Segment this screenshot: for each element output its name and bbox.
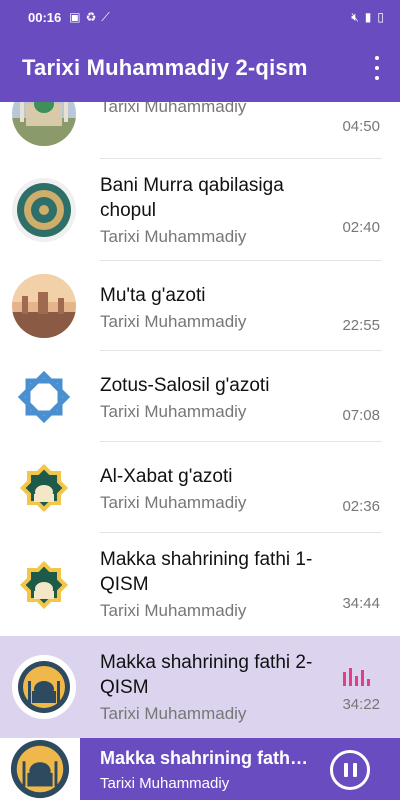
status-bar: 00:16 ▣ ♻ ⟋ 🔇︎ ▮ ▯ [0,0,400,34]
track-thumbnail [12,365,76,429]
track-artist: Tarixi Muhammadiy [100,704,247,723]
track-title: Makka shahrining fathi 1-QISM [100,549,313,595]
track-thumbnail [12,102,76,146]
track-artist: Tarixi Muhammadiy [100,402,247,421]
player-thumbnail [0,738,80,800]
magic-wand-icon: ⟋ [101,9,110,24]
player-title: Makka shahrining fathi 2-QISM [100,748,312,768]
track-artist: Tarixi Muhammadiy [100,102,247,116]
track-title: Mu'ta g'azoti [100,285,206,306]
track-row[interactable]: Makka shahrining fathi 1-QISM Tarixi Muh… [0,533,400,636]
recycle-icon: ♻ [85,9,97,24]
page-title: Tarixi Muhammadiy 2-qism [22,55,308,80]
track-thumbnail [12,274,76,338]
pause-icon[interactable] [330,750,370,790]
track-row[interactable]: Al-Xabat g'azoti Tarixi Muhammadiy 02:36 [0,442,400,533]
app-bar: Tarixi Muhammadiy 2-qism [0,34,400,102]
track-artist: Tarixi Muhammadiy [100,312,247,331]
more-vertical-icon[interactable] [372,56,382,80]
status-time: 00:16 [28,9,62,25]
track-list[interactable]: chopuli Tarixi Muhammadiy 04:50 Bani Mur… [0,102,400,738]
track-thumbnail [12,655,76,719]
image-icon: ▣ [69,9,81,24]
equalizer-icon [343,668,370,686]
track-duration: 34:44 [342,595,380,612]
track-duration: 22:55 [342,317,380,334]
track-duration: 34:22 [342,696,380,713]
track-row-playing[interactable]: Makka shahrining fathi 2-QISM Tarixi Muh… [0,636,400,738]
track-artist: Tarixi Muhammadiy [100,601,247,620]
track-row[interactable]: Zotus-Salosil g'azoti Tarixi Muhammadiy … [0,351,400,442]
signal-icon: ▮ [364,10,372,24]
track-artist: Tarixi Muhammadiy [100,493,247,512]
battery-charging-icon: ▯ [377,10,384,24]
mute-icon: 🔇︎ [351,9,359,24]
track-title: Bani Murra qabilasiga chopul [100,175,284,221]
track-duration: 02:40 [342,219,380,236]
track-title: Makka shahrining fathi 2-QISM [100,652,313,698]
mini-player[interactable]: Makka shahrining fathi 2-QISM Tarixi Muh… [0,738,400,800]
track-duration: 07:08 [342,407,380,424]
track-duration: 02:36 [342,498,380,515]
track-thumbnail [12,553,76,617]
track-row[interactable]: Mu'ta g'azoti Tarixi Muhammadiy 22:55 [0,261,400,351]
track-row[interactable]: chopuli Tarixi Muhammadiy 04:50 [0,102,400,159]
track-title: Zotus-Salosil g'azoti [100,375,270,396]
track-thumbnail [12,178,76,242]
track-title: Al-Xabat g'azoti [100,466,233,487]
track-duration: 04:50 [342,118,380,135]
track-thumbnail [12,456,76,520]
track-row[interactable]: Bani Murra qabilasiga chopul Tarixi Muha… [0,159,400,261]
track-artist: Tarixi Muhammadiy [100,227,247,246]
player-artist: Tarixi Muhammadiy [100,775,230,792]
